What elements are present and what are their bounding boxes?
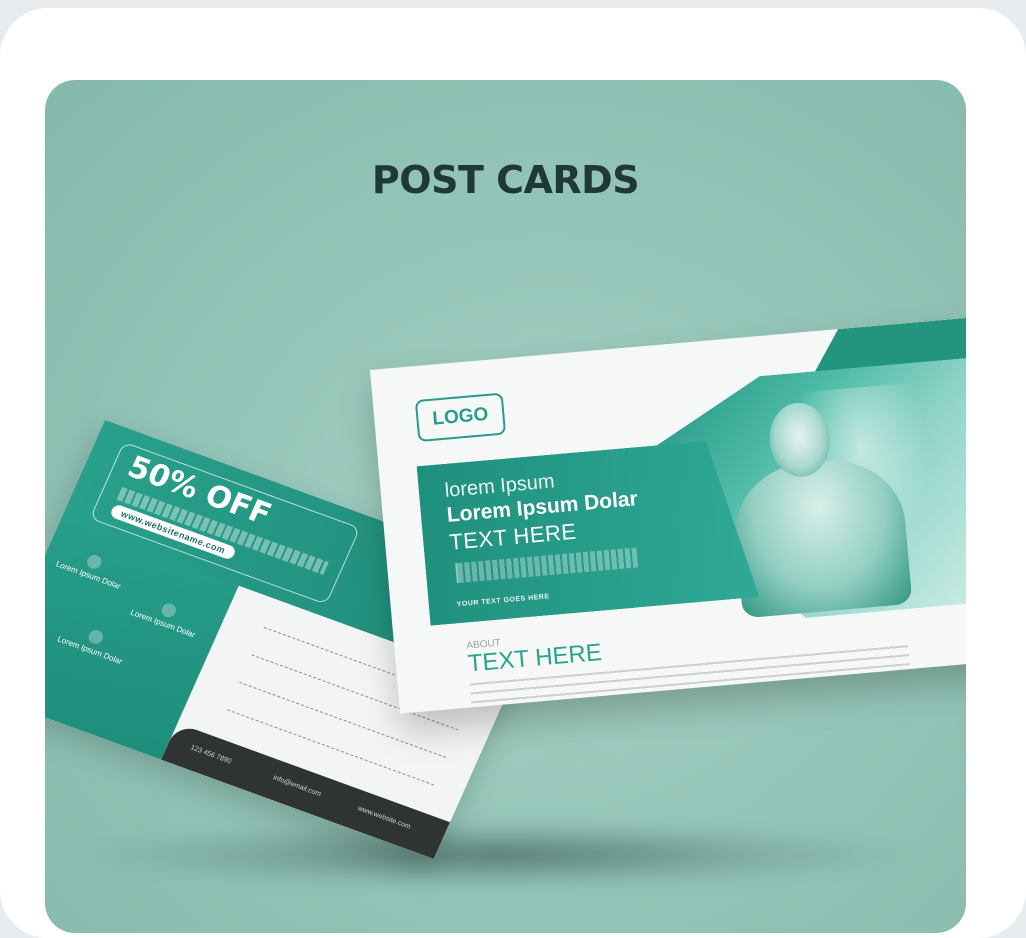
logo: LOGO <box>414 392 507 443</box>
footer-web: www.website.com <box>356 805 412 831</box>
floor-shadow <box>85 820 905 890</box>
page-card: POST CARDS 50% OFF www.websitename.com L… <box>0 8 1026 938</box>
postcard-front: LOGO lorem Ipsum Lorem Ipsum Dolar TEXT … <box>370 317 966 714</box>
page-title: POST CARDS <box>371 158 640 202</box>
postcard-mockup-image: POST CARDS 50% OFF www.websitename.com L… <box>45 80 966 933</box>
footer-phone: 123 456 7890 <box>189 744 233 766</box>
footer-email: info@email.com <box>271 774 323 799</box>
